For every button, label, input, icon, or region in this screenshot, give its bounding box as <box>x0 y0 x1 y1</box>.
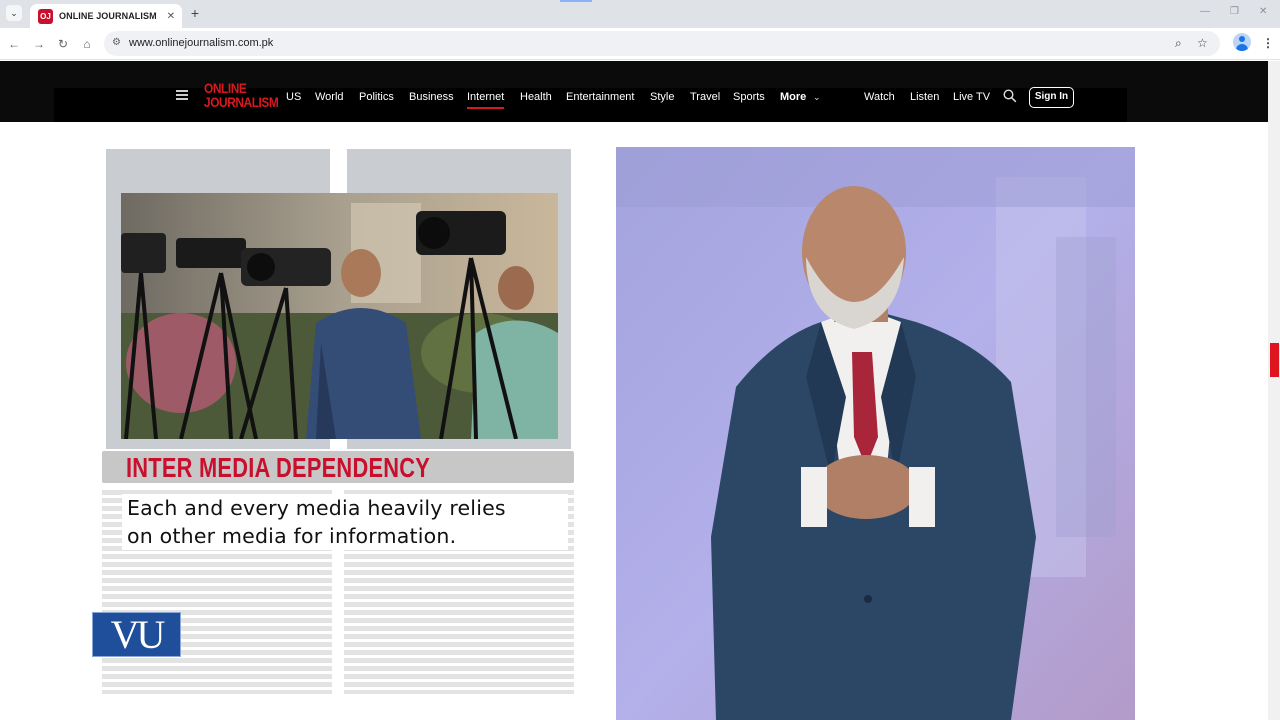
nav-item-listen[interactable]: Listen <box>910 91 939 103</box>
presenter-video <box>616 147 1135 720</box>
chevron-down-icon[interactable]: ⌄ <box>813 92 821 103</box>
back-icon[interactable]: ← <box>6 36 22 52</box>
browser-toolbar: ← → ↻ ⌂ ⚙ www.onlinejournalism.com.pk ⌕ … <box>0 28 1280 60</box>
logo-line2: JOURNALISM <box>204 94 279 110</box>
nav-item-politics[interactable]: Politics <box>359 91 394 103</box>
tab-search-menu-icon[interactable]: ⌄ <box>6 5 22 21</box>
restore-icon[interactable]: ❐ <box>1230 6 1239 17</box>
search-icon[interactable] <box>1003 89 1017 103</box>
slide-headline: INTER MEDIA DEPENDENCY <box>126 452 431 483</box>
nav-item-travel[interactable]: Travel <box>690 91 720 103</box>
nav-item-health[interactable]: Health <box>520 91 552 103</box>
url-text[interactable]: www.onlinejournalism.com.pk <box>129 37 273 49</box>
profile-icon[interactable] <box>1233 33 1251 51</box>
site-navbar: ONLINE JOURNALISM US World Politics Busi… <box>0 61 1268 122</box>
nav-item-live-tv[interactable]: Live TV <box>953 91 990 103</box>
drag-indicator <box>560 0 592 2</box>
vu-logo: VU <box>92 612 181 657</box>
reload-icon[interactable]: ↻ <box>55 36 71 52</box>
tab-close-icon[interactable]: ✕ <box>167 11 175 22</box>
browser-tab[interactable]: OJ ONLINE JOURNALISM ✕ <box>30 4 182 28</box>
forward-icon[interactable]: → <box>31 36 47 52</box>
kebab-menu-icon[interactable]: ⋮ <box>1262 36 1274 50</box>
bookmark-star-icon[interactable]: ☆ <box>1197 36 1208 50</box>
nav-item-style[interactable]: Style <box>650 91 674 103</box>
site-info-icon[interactable]: ⚙ <box>112 37 121 48</box>
sign-in-button[interactable]: Sign In <box>1029 87 1074 108</box>
nav-item-more[interactable]: More <box>780 91 806 103</box>
scrollbar-thumb[interactable] <box>1270 343 1279 377</box>
close-window-icon[interactable]: ✕ <box>1259 6 1267 17</box>
body-line-1: Each and every media heavily relies <box>127 496 506 520</box>
nav-item-world[interactable]: World <box>315 91 344 103</box>
page-scrollbar[interactable] <box>1268 61 1280 720</box>
address-bar[interactable]: ⚙ www.onlinejournalism.com.pk ⌕ ☆ <box>104 31 1220 56</box>
minimize-icon[interactable]: — <box>1200 6 1210 17</box>
tab-title: ONLINE JOURNALISM <box>59 11 157 21</box>
browser-tabstrip: ⌄ OJ ONLINE JOURNALISM ✕ + — ❐ ✕ <box>0 0 1280 28</box>
new-tab-button[interactable]: + <box>188 5 202 21</box>
journalists-cameras-photo <box>121 193 558 439</box>
nav-item-business[interactable]: Business <box>409 91 454 103</box>
site-logo[interactable]: ONLINE JOURNALISM <box>204 80 279 110</box>
logo-line1: ONLINE <box>204 80 247 96</box>
zoom-icon[interactable]: ⌕ <box>1175 36 1182 51</box>
home-icon[interactable]: ⌂ <box>79 36 95 52</box>
body-line-2: on other media for information. <box>127 524 457 548</box>
hamburger-icon[interactable] <box>176 90 188 100</box>
slide-body-text: Each and every media heavily relies on o… <box>127 494 577 550</box>
nav-item-internet[interactable]: Internet <box>467 91 505 109</box>
nav-item-sports[interactable]: Sports <box>733 91 765 103</box>
nav-item-watch[interactable]: Watch <box>864 91 895 103</box>
nav-item-us[interactable]: US <box>286 91 301 103</box>
nav-item-entertainment[interactable]: Entertainment <box>566 91 634 103</box>
tab-favicon-icon: OJ <box>38 8 53 24</box>
